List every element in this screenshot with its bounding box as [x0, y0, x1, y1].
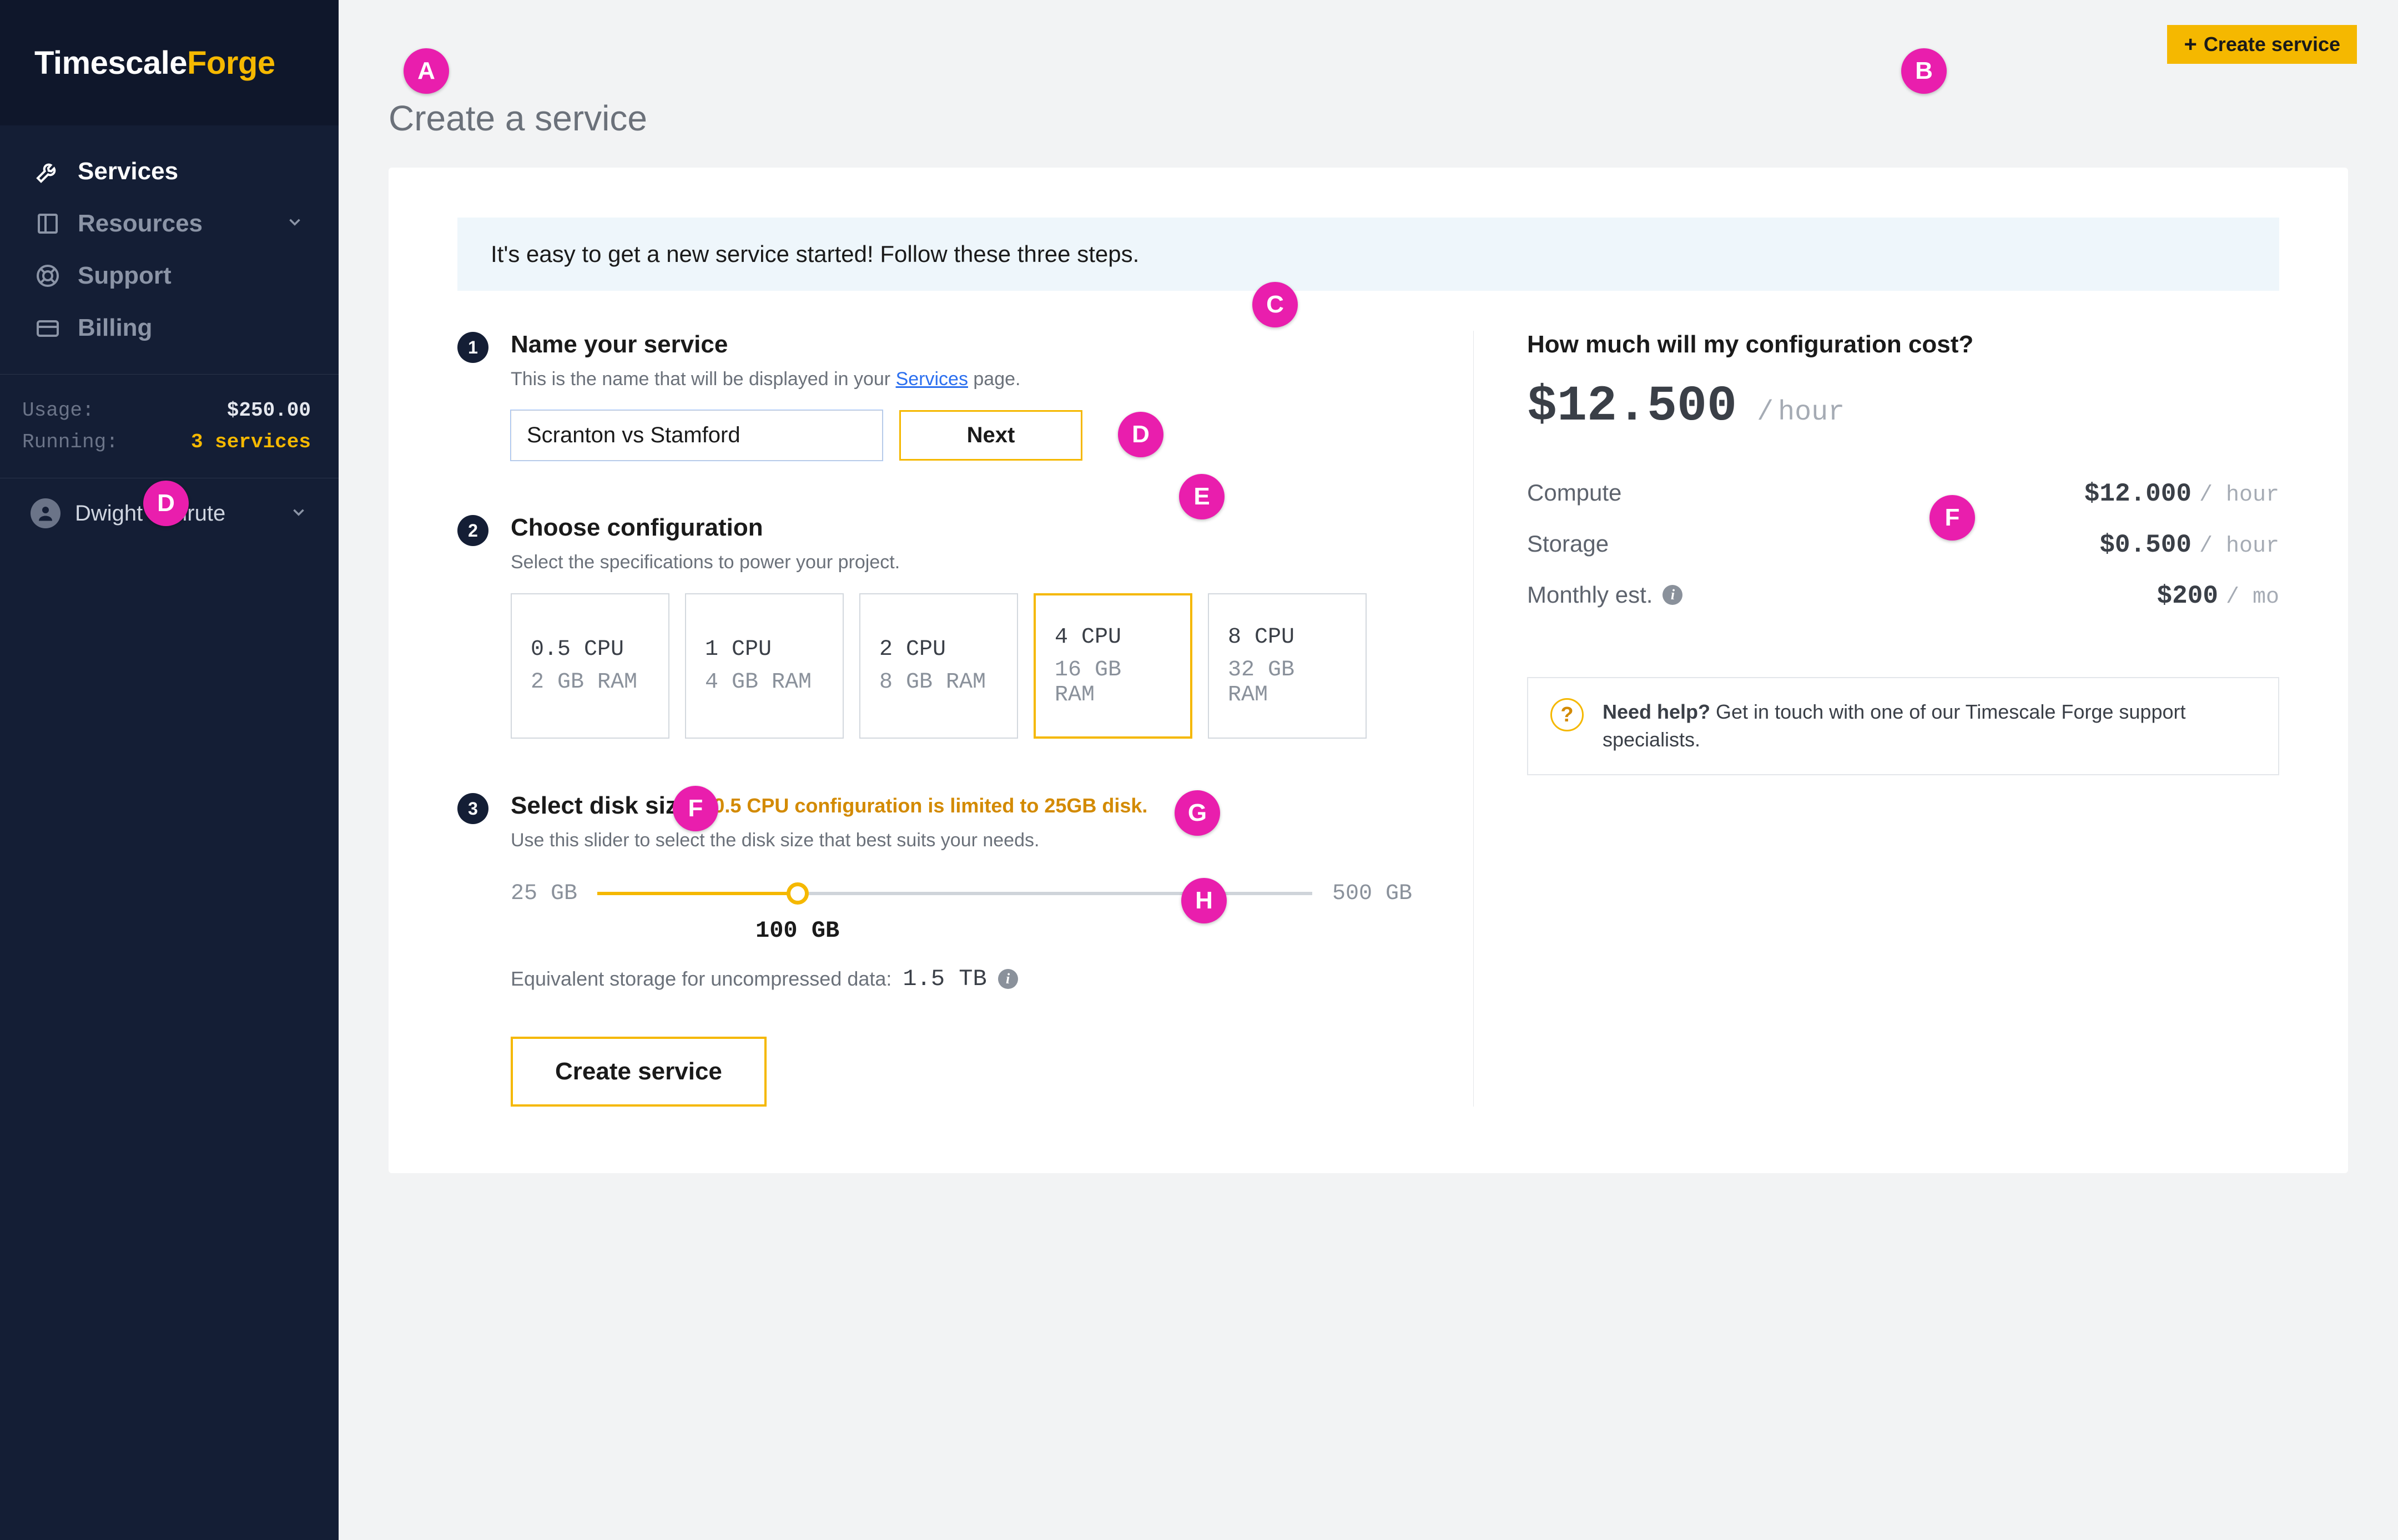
sidebar-item-resources[interactable]: Resources [0, 198, 339, 250]
info-icon[interactable]: i [1663, 585, 1682, 605]
config-tile[interactable]: 8 CPU 32 GB RAM [1208, 593, 1367, 739]
total-amount: $12.500 [1527, 378, 1737, 435]
disk-warning: 0.5 CPU configuration is limited to 25GB… [713, 794, 1147, 817]
step-number-badge: 2 [457, 515, 488, 546]
annotation-f-right: F [1930, 495, 1975, 541]
running-label: Running: [22, 431, 118, 453]
equivalent-storage-row: Equivalent storage for uncompressed data… [511, 966, 1412, 992]
config-tile[interactable]: 0.5 CPU 2 GB RAM [511, 593, 669, 739]
button-label: Create service [2204, 33, 2340, 56]
config-options: 0.5 CPU 2 GB RAM 1 CPU 4 GB RAM 2 CPU 8 GB RA… [511, 593, 1412, 739]
step-number-badge: 1 [457, 332, 488, 363]
plus-icon: + [2184, 33, 2197, 55]
main: + Create service Create a service It's e… [339, 0, 2398, 1540]
chevron-down-icon [285, 210, 304, 238]
step-subtitle: Select the specifications to power your … [511, 552, 1412, 573]
config-cpu: 1 CPU [705, 637, 824, 662]
config-cpu: 2 CPU [879, 637, 998, 662]
step-title: Name your service [511, 331, 1412, 359]
slider-max: 500 GB [1332, 881, 1412, 906]
slider-thumb[interactable] [787, 882, 809, 905]
info-icon[interactable]: i [998, 969, 1018, 989]
step-1: 1 Name your service This is the name tha… [457, 331, 1412, 461]
equiv-value: 1.5 TB [903, 966, 986, 992]
step-subtitle: Use this slider to select the disk size … [511, 830, 1412, 851]
slider-min: 25 GB [511, 881, 577, 906]
sidebar-item-support[interactable]: Support [0, 250, 339, 302]
lifebuoy-icon [34, 262, 61, 289]
sidebar-item-label: Resources [78, 210, 203, 238]
config-ram: 2 GB RAM [531, 670, 649, 695]
sidebar-item-label: Billing [78, 314, 152, 342]
running-value[interactable]: 3 services [191, 431, 311, 453]
info-banner: It's easy to get a new service started! … [457, 218, 2279, 291]
equiv-label: Equivalent storage for uncompressed data… [511, 967, 891, 991]
annotation-c: C [1252, 282, 1298, 327]
config-ram: 8 GB RAM [879, 670, 998, 695]
config-ram: 16 GB RAM [1055, 658, 1171, 708]
step-2: 2 Choose configuration Select the specif… [457, 514, 1412, 739]
annotation-d-sidebar: D [143, 481, 189, 526]
annotation-a: A [404, 48, 449, 94]
sidebar-item-label: Support [78, 262, 172, 290]
step-number-badge: 3 [457, 793, 488, 824]
sidebar-divider [0, 374, 339, 375]
help-text: Need help? Get in touch with one of our … [1603, 698, 2256, 754]
config-cpu: 0.5 CPU [531, 637, 649, 662]
topbar: + Create service [339, 0, 2398, 89]
disk-size-slider[interactable]: 25 GB 100 GB 500 GB [511, 871, 1412, 916]
cost-title: How much will my configuration cost? [1527, 331, 2279, 359]
cost-line-monthly: Monthly est. i $200/ mo [1527, 570, 2279, 622]
logo-text-right: Forge [187, 45, 275, 81]
config-cpu: 4 CPU [1055, 625, 1171, 650]
next-button[interactable]: Next [899, 410, 1082, 461]
sidebar-item-label: Services [78, 158, 178, 185]
usage-value: $250.00 [227, 399, 311, 422]
panel-icon [34, 210, 61, 237]
sidebar: TimescaleForge Services Resources [0, 0, 339, 1540]
help-box: ? Need help? Get in touch with one of ou… [1527, 677, 2279, 775]
create-service-button[interactable]: Create service [511, 1037, 767, 1107]
logo: TimescaleForge [0, 0, 339, 125]
annotation-b: B [1901, 48, 1947, 94]
avatar-icon [31, 498, 61, 528]
slider-value-label: 100 GB [755, 917, 839, 944]
sidebar-nav: Services Resources Support [0, 125, 339, 354]
annotation-g: G [1175, 790, 1220, 836]
annotation-f-left: F [673, 786, 718, 831]
card: It's easy to get a new service started! … [389, 168, 2348, 1173]
wrench-icon [34, 158, 61, 185]
cost-total: $12.500 /hour [1527, 378, 2279, 435]
annotation-h: H [1181, 878, 1227, 923]
chevron-down-icon [289, 503, 308, 524]
cost-line-compute: Compute $12.000/ hour [1527, 468, 2279, 519]
sidebar-item-services[interactable]: Services [0, 145, 339, 198]
sidebar-stats: Usage: $250.00 Running: 3 services [0, 395, 339, 458]
config-cpu: 8 CPU [1228, 625, 1347, 650]
config-tile[interactable]: 1 CPU 4 GB RAM [685, 593, 844, 739]
config-tile[interactable]: 2 CPU 8 GB RAM [859, 593, 1018, 739]
usage-label: Usage: [22, 399, 94, 422]
config-ram: 32 GB RAM [1228, 658, 1347, 708]
cost-line-storage: Storage $0.500/ hour [1527, 519, 2279, 570]
step-3: 3 Select disk size 0.5 CPU configuration… [457, 792, 1412, 1107]
step-title: Select disk size 0.5 CPU configuration i… [511, 792, 1412, 820]
annotation-e: E [1179, 474, 1225, 519]
config-ram: 4 GB RAM [705, 670, 824, 695]
sidebar-item-billing[interactable]: Billing [0, 302, 339, 354]
annotation-d-main: D [1118, 412, 1163, 457]
step-subtitle: This is the name that will be displayed … [511, 368, 1412, 390]
create-service-button-header[interactable]: + Create service [2167, 25, 2357, 64]
credit-card-icon [34, 315, 61, 341]
help-icon: ? [1550, 698, 1584, 731]
logo-text-left: Timescale [34, 45, 187, 81]
config-tile[interactable]: 4 CPU 16 GB RAM [1034, 593, 1192, 739]
step-title: Choose configuration [511, 514, 1412, 542]
page-title: Create a service [389, 98, 2348, 139]
service-name-input[interactable] [511, 410, 883, 461]
services-link[interactable]: Services [896, 368, 968, 390]
